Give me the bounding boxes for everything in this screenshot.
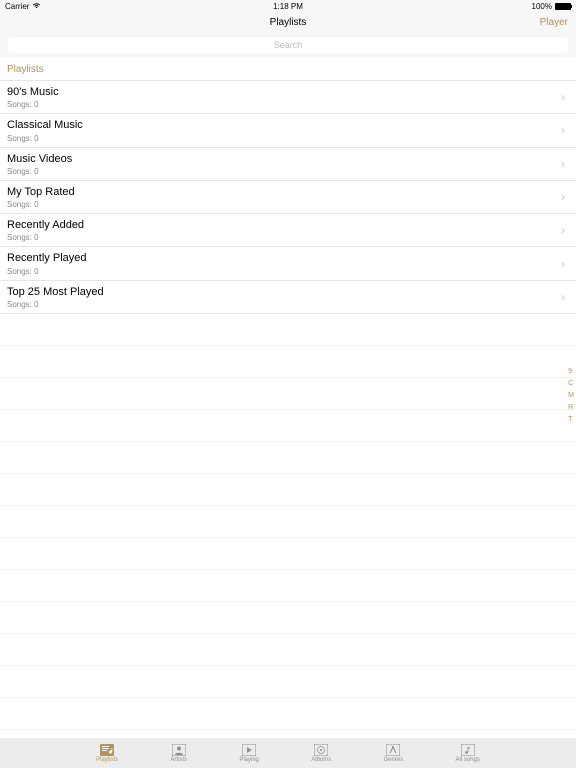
playlist-row[interactable]: Recently Played Songs: 0 › (0, 247, 576, 280)
playlist-name: My Top Rated (7, 185, 75, 199)
status-left: Carrier (5, 2, 41, 11)
playlist-name: Recently Added (7, 218, 84, 232)
tab-playing[interactable]: Playing (239, 743, 259, 763)
playlist-sub: Songs: 0 (7, 100, 59, 109)
carrier-label: Carrier (5, 2, 29, 11)
search-wrap (0, 32, 576, 58)
section-header-playlists[interactable]: Playlists (0, 58, 576, 81)
section-index[interactable]: 9 C M R T (568, 368, 574, 423)
tab-genres[interactable]: Genres (384, 743, 404, 763)
chevron-right-icon: › (561, 123, 569, 137)
index-letter[interactable]: T (568, 416, 574, 423)
chevron-right-icon: › (561, 190, 569, 204)
tab-label: Genres (384, 757, 404, 763)
playlist-row[interactable]: Classical Music Songs: 0 › (0, 114, 576, 147)
nav-bar: Playlists Player (0, 12, 576, 32)
playlist-row[interactable]: Top 25 Most Played Songs: 0 › (0, 281, 576, 314)
player-button[interactable]: Player (540, 17, 568, 28)
status-bar: Carrier 1:18 PM 100% (0, 0, 576, 12)
artists-icon (171, 743, 187, 756)
genres-icon (385, 743, 401, 756)
playlist-sub: Songs: 0 (7, 200, 75, 209)
tab-label: Artists (170, 757, 187, 763)
tab-label: Playing (239, 757, 259, 763)
playlist-name: Classical Music (7, 118, 83, 132)
playlist-sub: Songs: 0 (7, 300, 104, 309)
wifi-icon (32, 2, 41, 11)
albums-icon (313, 743, 329, 756)
battery-icon (555, 3, 571, 10)
tab-label: Albums (311, 757, 331, 763)
index-letter[interactable]: R (568, 404, 574, 411)
tab-all-songs[interactable]: All songs (455, 743, 479, 763)
tab-bar: Playlists Artists Playing Albums Genres … (0, 738, 576, 768)
playlist-name: Recently Played (7, 251, 87, 265)
chevron-right-icon: › (561, 290, 569, 304)
chevron-right-icon: › (561, 157, 569, 171)
all-songs-icon (460, 743, 476, 756)
empty-rows (0, 314, 576, 730)
chevron-right-icon: › (561, 257, 569, 271)
index-letter[interactable]: M (568, 392, 574, 399)
playlist-sub: Songs: 0 (7, 233, 84, 242)
playlist-sub: Songs: 0 (7, 167, 72, 176)
playlists-icon (99, 743, 115, 756)
playlist-name: Top 25 Most Played (7, 285, 104, 299)
chevron-right-icon: › (561, 223, 569, 237)
playlist-sub: Songs: 0 (7, 267, 87, 276)
content: Playlists 90's Music Songs: 0 › Classica… (0, 58, 576, 730)
tab-artists[interactable]: Artists (170, 743, 187, 763)
chevron-right-icon: › (561, 90, 569, 104)
status-right: 100% (532, 2, 571, 11)
index-letter[interactable]: 9 (568, 368, 574, 375)
playlist-sub: Songs: 0 (7, 134, 83, 143)
tab-label: Playlists (96, 757, 118, 763)
index-letter[interactable]: C (568, 380, 574, 387)
battery-pct: 100% (532, 2, 552, 11)
tab-playlists[interactable]: Playlists (96, 743, 118, 763)
page-title: Playlists (270, 17, 307, 28)
playlist-name: 90's Music (7, 85, 59, 99)
search-input[interactable] (8, 37, 568, 53)
tab-albums[interactable]: Albums (311, 743, 331, 763)
playlist-row[interactable]: My Top Rated Songs: 0 › (0, 181, 576, 214)
playlist-row[interactable]: Music Videos Songs: 0 › (0, 148, 576, 181)
tab-label: All songs (455, 757, 479, 763)
playlist-name: Music Videos (7, 152, 72, 166)
playlist-row[interactable]: 90's Music Songs: 0 › (0, 81, 576, 114)
playing-icon (241, 743, 257, 756)
status-time: 1:18 PM (273, 2, 303, 11)
playlist-row[interactable]: Recently Added Songs: 0 › (0, 214, 576, 247)
